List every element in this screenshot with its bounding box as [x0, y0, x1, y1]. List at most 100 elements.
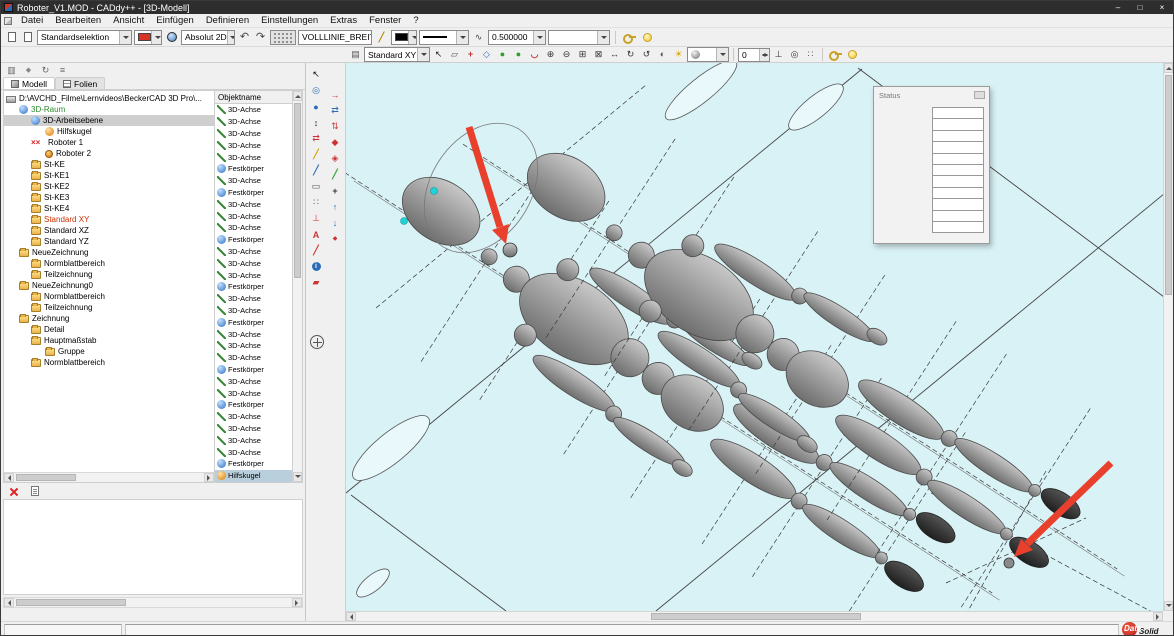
tab-folien[interactable]: Folien	[55, 77, 105, 89]
chevron-down-icon[interactable]	[408, 31, 417, 44]
object-list-item[interactable]: 3D-Achse	[215, 116, 292, 128]
tree-item[interactable]: St-KE1	[4, 170, 214, 181]
menu-hilfe[interactable]: ?	[407, 15, 424, 26]
object-list-item[interactable]: Festkörper	[215, 364, 292, 376]
tree-item[interactable]: Hilfskugel	[4, 126, 214, 137]
hint-bulb-icon[interactable]	[640, 30, 655, 45]
object-list-item[interactable]: 3D-Achse	[215, 375, 292, 387]
chevron-down-icon[interactable]	[456, 31, 468, 44]
chevron-down-icon[interactable]	[151, 31, 162, 44]
zoom-window-icon[interactable]: ⊠	[591, 47, 606, 62]
maximize-button[interactable]: □	[1129, 1, 1151, 14]
scroll-left-button[interactable]	[346, 612, 356, 621]
brush-red-icon[interactable]: ▰	[308, 275, 324, 290]
object-list-item[interactable]: 3D-Achse	[215, 210, 292, 222]
viewport-settings-icon[interactable]: ▤	[348, 47, 363, 62]
arrows-lr-icon[interactable]: ⇄	[327, 103, 343, 118]
model-tree[interactable]: D:\AVCHD_Filme\Lernvideos\BeckerCAD 3D P…	[4, 91, 214, 482]
zoom-in-icon[interactable]: ⊕	[543, 47, 558, 62]
tree-item[interactable]: Standard XZ	[4, 225, 214, 236]
scrollbar-thumb[interactable]	[651, 613, 861, 620]
helper-sphere-1[interactable]	[503, 243, 517, 257]
chevron-down-icon[interactable]	[716, 48, 728, 61]
grid-on-icon[interactable]: ●	[495, 47, 510, 62]
paste-sheet-icon[interactable]	[27, 484, 42, 499]
zoom-fit-icon[interactable]: ⊞	[575, 47, 590, 62]
snap-settings-icon[interactable]: +	[463, 47, 478, 62]
object-list-item[interactable]: 3D-Achse	[215, 139, 292, 151]
compass-tool-icon[interactable]: ◎	[308, 83, 324, 98]
object-list-item[interactable]: 3D-Achse	[215, 104, 292, 116]
render-mode-combo[interactable]	[687, 47, 729, 62]
move-cross-icon[interactable]: +	[327, 183, 343, 198]
scroll-left-button[interactable]	[4, 598, 14, 607]
scrollbar-thumb[interactable]	[16, 599, 126, 606]
close-button[interactable]: ×	[1151, 1, 1173, 14]
status-panel[interactable]: Status	[873, 86, 990, 244]
object-list-item[interactable]: 3D-Achse	[215, 257, 292, 269]
coord-mode-combo[interactable]: Absolut 2D	[181, 30, 235, 45]
object-list-item[interactable]: 3D-Achse	[215, 305, 292, 317]
arrow-right-red-icon[interactable]: →	[327, 87, 343, 102]
3d-canvas[interactable]	[346, 63, 1165, 611]
grid-points-icon[interactable]: ∷	[803, 47, 818, 62]
menu-einfuegen[interactable]: Einfügen	[150, 15, 200, 26]
object-list-item[interactable]: 3D-Achse	[215, 446, 292, 458]
tree-item[interactable]: St-KE	[4, 159, 214, 170]
undo-icon[interactable]: ↶	[237, 30, 252, 45]
perpendicular-icon[interactable]: ⊥	[771, 47, 786, 62]
spinner-arrows[interactable]	[759, 49, 769, 61]
tree-item[interactable]: 3D-Raum	[4, 104, 214, 115]
menu-einstellungen[interactable]: Einstellungen	[255, 15, 324, 26]
pens-icon[interactable]: ╱	[374, 30, 389, 45]
tree-item[interactable]: Teilzeichnung	[4, 302, 214, 313]
panel-menu-icon[interactable]: ≡	[55, 63, 70, 78]
scrollbar-thumb[interactable]	[294, 103, 301, 278]
viewport-horizontal-scrollbar[interactable]	[346, 611, 1163, 621]
object-list-item[interactable]: Festkörper	[215, 281, 292, 293]
line-style-name-combo[interactable]: VOLLLINIE_BREIT	[298, 30, 372, 45]
message-output-box[interactable]	[3, 499, 303, 595]
object-list-item[interactable]: 3D-Achse	[215, 175, 292, 187]
rotate-view-icon[interactable]: ↻	[623, 47, 638, 62]
chevron-down-icon[interactable]	[227, 31, 235, 44]
diamond-red-icon[interactable]: ◆	[327, 135, 343, 150]
object-list-item[interactable]: 3D-Achse	[215, 387, 292, 399]
scroll-down-button[interactable]	[1164, 601, 1173, 611]
line-width-combo[interactable]: 0.500000	[488, 30, 546, 45]
tree-item[interactable]: Normblattbereich	[4, 258, 214, 269]
hint-bulb-icon[interactable]	[845, 47, 860, 62]
object-list-item[interactable]: 3D-Achse	[215, 411, 292, 423]
tree-item[interactable]: Standard YZ	[4, 236, 214, 247]
orbit-view-icon[interactable]: ↺	[639, 47, 654, 62]
object-list-item[interactable]: Festkörper	[215, 458, 292, 470]
tree-item[interactable]: Teilzeichnung	[4, 269, 214, 280]
pencil-blue-icon[interactable]: ╱	[308, 163, 324, 178]
license-key-icon[interactable]	[827, 47, 844, 62]
tree-item[interactable]: D:\AVCHD_Filme\Lernvideos\BeckerCAD 3D P…	[4, 93, 214, 104]
origin-compass-icon[interactable]	[310, 335, 324, 349]
grid-points-tool-icon[interactable]: ∷	[308, 195, 324, 210]
mannequin-figure-2[interactable]	[398, 63, 1165, 611]
workplane-icon[interactable]: ◇	[479, 47, 494, 62]
object-list-item[interactable]: Hilfskugel	[215, 470, 292, 482]
ortho-on-icon[interactable]: ●	[511, 47, 526, 62]
refresh-tree-icon[interactable]: ↻	[38, 63, 53, 78]
object-list-scrollbar[interactable]	[292, 91, 302, 482]
tree-item[interactable]: Standard XY	[4, 214, 214, 225]
viewport-3d[interactable]: Status	[346, 63, 1173, 621]
tree-item[interactable]: Hauptmaßstab	[4, 335, 214, 346]
tree-item[interactable]: NeueZeichnung	[4, 247, 214, 258]
object-list-item[interactable]: 3D-Achse	[215, 222, 292, 234]
light-icon[interactable]: ☀	[671, 47, 686, 62]
menu-extras[interactable]: Extras	[324, 15, 363, 26]
tree-item[interactable]: Normblattbereich	[4, 291, 214, 302]
text-tool-icon[interactable]: A	[308, 227, 324, 242]
line-green-icon[interactable]: ╱	[327, 167, 343, 182]
panel-horizontal-scrollbar[interactable]	[3, 597, 303, 608]
world-coords-icon[interactable]	[164, 30, 179, 45]
object-list-item[interactable]: 3D-Achse	[215, 128, 292, 140]
grid-toggle-button[interactable]	[270, 30, 296, 45]
select-arrow-icon[interactable]: ↖	[308, 67, 324, 82]
scroll-right-button[interactable]	[204, 473, 214, 482]
